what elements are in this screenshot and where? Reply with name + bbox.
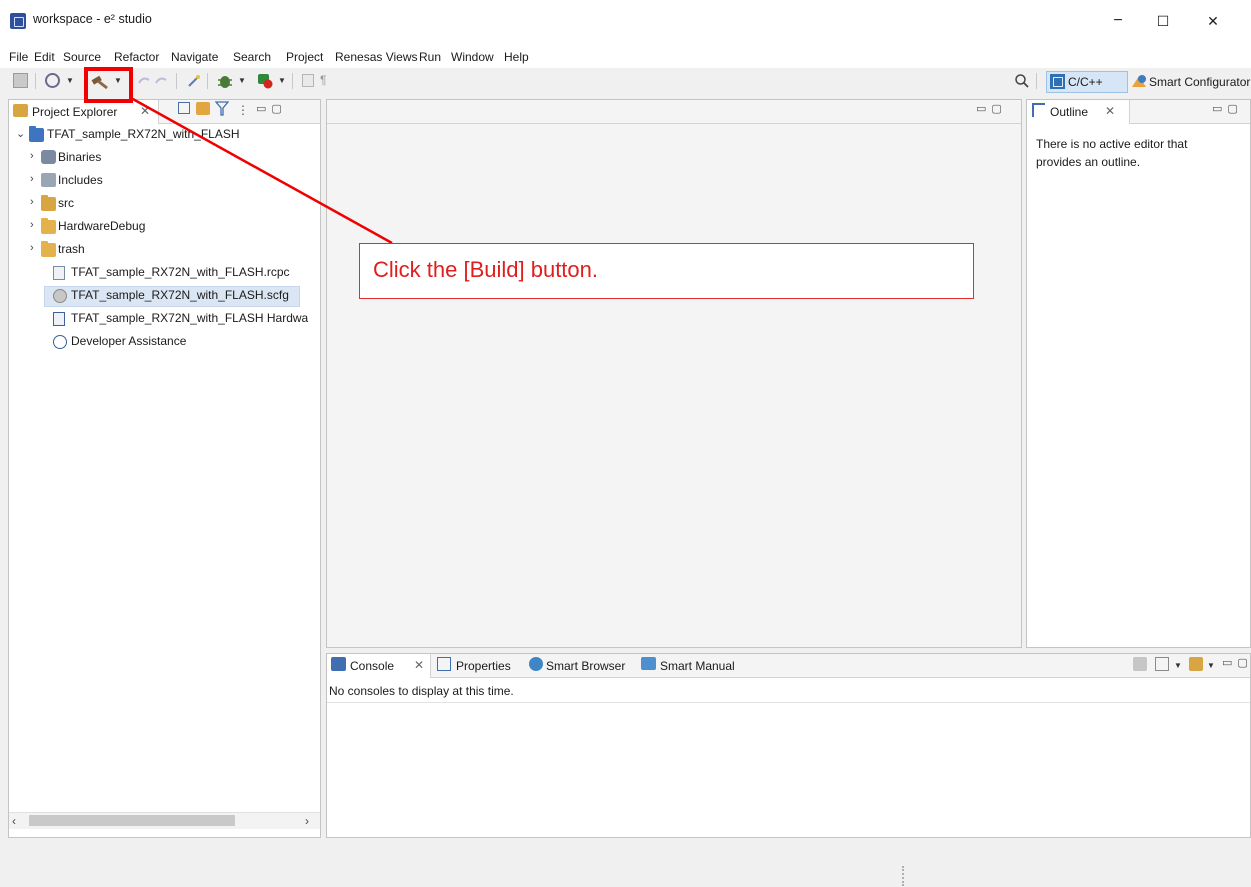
annotation-arrow	[130, 96, 393, 245]
annotation-callout-text: Click the [Build] button.	[373, 257, 599, 282]
build-button-highlight	[84, 67, 133, 103]
